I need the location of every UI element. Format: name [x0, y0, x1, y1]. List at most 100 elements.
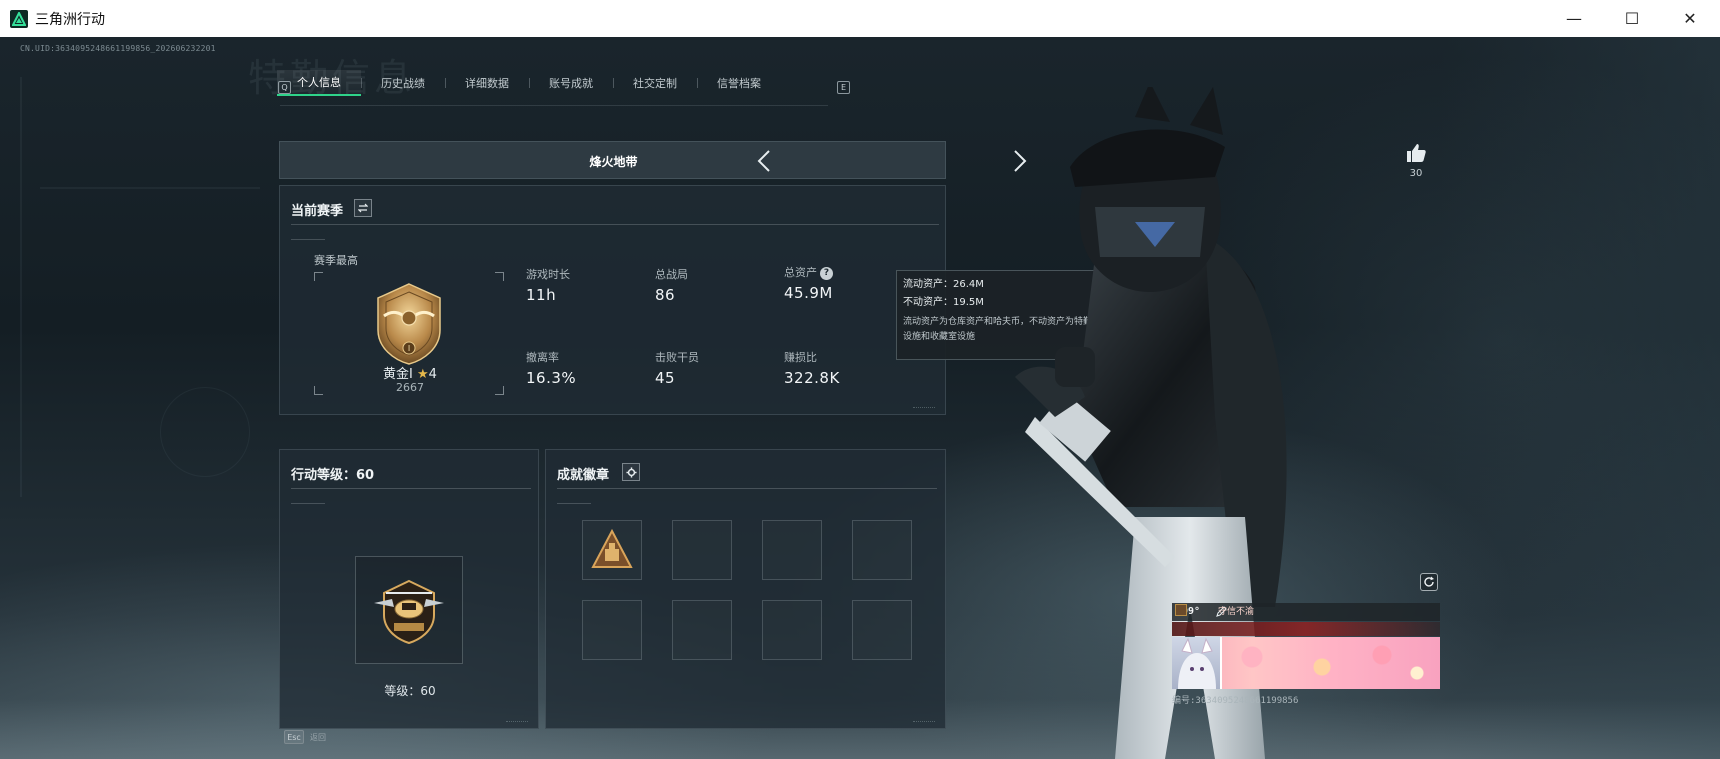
badge-slot[interactable]: [672, 520, 732, 580]
frame-corner: [495, 386, 504, 395]
panel-divider-short: [557, 503, 591, 504]
frame-corner: [314, 272, 323, 281]
panel-divider-short: [291, 503, 325, 504]
panel-corner-mark: [506, 718, 528, 722]
stat-label: 游戏时长: [526, 268, 570, 281]
tab-social[interactable]: 社交定制: [613, 70, 697, 96]
player-id: 编号:3634095248661199856: [1172, 696, 1299, 706]
namecard-title-bar: [1172, 622, 1440, 636]
tab-next-key[interactable]: E: [837, 81, 850, 94]
badge-slot-filled[interactable]: [582, 520, 642, 580]
avatar: [1172, 637, 1222, 689]
rank-tier: 黄金Ⅰ: [383, 367, 413, 382]
like-button[interactable]: [1403, 140, 1429, 166]
mode-selector: 烽火地带: [279, 141, 1027, 179]
app-logo-icon: [10, 9, 28, 28]
like-count: 30: [1409, 168, 1423, 179]
bg-grid-line: [20, 77, 22, 497]
stat-value: 86: [655, 286, 676, 304]
title-badge-icon: [1175, 604, 1187, 616]
player-title: 守信不渝: [1218, 607, 1255, 617]
maximize-button[interactable]: ☐: [1603, 0, 1661, 37]
badge-slot[interactable]: [852, 520, 912, 580]
tab-history[interactable]: 历史战绩: [361, 70, 445, 96]
operation-level-panel: 行动等级：60 等级：60: [279, 449, 539, 729]
panel-divider: [291, 488, 531, 489]
helicopter-badge-icon: [374, 579, 444, 645]
stat-kills: 击败干员 45: [655, 349, 699, 387]
back-label: 返回: [310, 733, 326, 742]
close-button[interactable]: ✕: [1661, 0, 1719, 37]
rank-star-icon: ★: [417, 367, 429, 382]
stat-value: 45.9M: [784, 284, 833, 302]
stat-label: 总资产: [784, 266, 817, 279]
panel-corner-mark: [913, 718, 935, 722]
badge-slot[interactable]: [762, 600, 822, 660]
profile-tabs: 个人信息 历史战绩 详细数据 账号成就 社交定制 信誉档案: [277, 70, 781, 96]
minimize-button[interactable]: —: [1545, 0, 1603, 37]
player-namecard[interactable]: 099° 守信不渝 编号:3634095248661199856: [1172, 603, 1440, 729]
badge-slot[interactable]: [852, 600, 912, 660]
stat-total-matches: 总战局 86: [655, 266, 688, 304]
stat-profit-ratio: 赚损比 322.8K: [784, 349, 840, 387]
bg-grid-line: [40, 187, 260, 189]
achievement-badges-panel: 成就徽章: [545, 449, 946, 729]
game-viewport: CN.UID:3634095248661199856_202606232201 …: [0, 37, 1720, 759]
stat-value: 11h: [526, 286, 557, 304]
mode-title: 烽火地带: [589, 155, 638, 169]
badge-slot[interactable]: [582, 600, 642, 660]
esc-key[interactable]: Esc: [284, 730, 304, 744]
badge-slot[interactable]: [762, 520, 822, 580]
season-swap-button[interactable]: [354, 199, 372, 217]
namecard-header: [1172, 603, 1440, 621]
level-title: 行动等级：60: [291, 468, 375, 483]
tab-divider: [280, 105, 828, 106]
refresh-button[interactable]: [1420, 573, 1438, 591]
background-glow: [1440, 37, 1720, 759]
rank-stars: 4: [428, 367, 437, 382]
help-icon[interactable]: ?: [820, 266, 833, 280]
stat-extract-rate: 撤离率 16.3%: [526, 349, 576, 387]
stat-play-time: 游戏时长 11h: [526, 266, 570, 304]
frame-corner: [314, 386, 323, 395]
panel-corner-mark: [913, 404, 935, 408]
stat-label: 击败干员: [655, 351, 699, 364]
panel-divider-short: [291, 239, 325, 240]
window-title: 三角洲行动: [35, 11, 105, 28]
gear-icon: [625, 466, 637, 478]
season-title: 当前赛季: [291, 204, 344, 219]
thumbs-up-icon: [1407, 144, 1426, 162]
avatar-image: [1178, 637, 1216, 689]
tab-detailed-data[interactable]: 详细数据: [445, 70, 529, 96]
window-titlebar: 三角洲行动 — ☐ ✕: [0, 0, 1720, 37]
tab-credit[interactable]: 信誉档案: [697, 70, 781, 96]
tab-personal-info[interactable]: 个人信息: [277, 70, 361, 96]
badges-title: 成就徽章: [557, 468, 610, 483]
tab-achievements[interactable]: 账号成就: [529, 70, 613, 96]
frame-corner: [495, 272, 504, 281]
badge-slot[interactable]: [672, 600, 732, 660]
panel-divider: [291, 224, 939, 225]
refresh-icon: [1424, 576, 1434, 587]
stat-value: 16.3%: [526, 369, 577, 387]
swap-icon: [358, 203, 368, 213]
rank-name: 黄金Ⅰ ★4: [330, 363, 490, 382]
level-text: 等级：60: [384, 684, 436, 698]
stat-label: 撤离率: [526, 351, 559, 364]
achievement-badge-icon: [591, 528, 633, 568]
rank-score: 2667: [396, 381, 424, 394]
stat-label: 总战局: [655, 268, 688, 281]
uid-line: CN.UID:3634095248661199856_202606232201: [20, 44, 216, 53]
badge-settings-button[interactable]: [622, 463, 640, 481]
season-panel: 当前赛季 赛季最高 I 黄金Ⅰ ★4 2667 游戏时长 11h 总战局 86 …: [279, 185, 946, 415]
stat-total-assets: 总资产? 45.9M: [784, 264, 833, 302]
stat-label: 赚损比: [784, 351, 817, 364]
level-badge[interactable]: [355, 556, 463, 664]
gold-rank-medal-icon: I: [377, 283, 441, 365]
panel-divider: [557, 488, 937, 489]
stat-value: 322.8K: [784, 369, 840, 387]
stat-value: 45: [655, 369, 676, 387]
svg-text:I: I: [408, 344, 410, 353]
bg-deco-circle: [160, 387, 250, 477]
season-best-label: 赛季最高: [314, 254, 358, 267]
